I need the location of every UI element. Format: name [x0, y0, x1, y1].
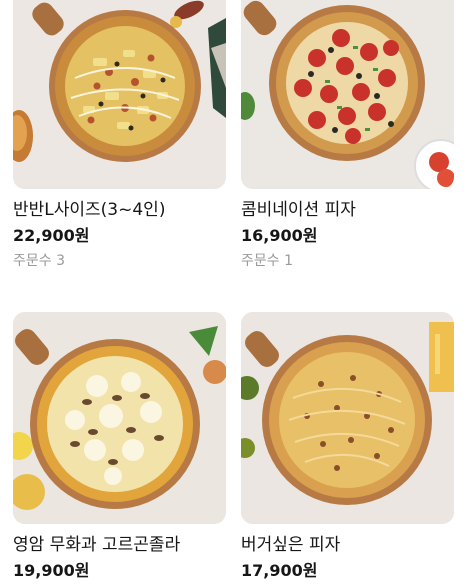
product-card-burger-pizza[interactable]: 버거싶은 피자 17,900원	[241, 312, 454, 587]
product-card-banban[interactable]: 반반L사이즈(3~4인) 22,900원 주문수 3	[13, 0, 226, 270]
product-name[interactable]: 버거싶은 피자	[241, 534, 454, 556]
product-image-banban[interactable]	[13, 0, 226, 189]
product-card-fig-gorgonzola[interactable]: 영암 무화과 고르곤졸라 19,900원	[13, 312, 226, 587]
product-grid: 반반L사이즈(3~4인) 22,900원 주문수 3 콤비네이션 피자 16,9…	[0, 0, 466, 586]
product-image-burger-pizza[interactable]	[241, 312, 454, 524]
product-image-fig-gorgonzola[interactable]	[13, 312, 226, 524]
product-image-combination[interactable]	[241, 0, 454, 189]
order-count: 주문수 1	[241, 253, 293, 269]
product-price: 17,900원	[241, 561, 318, 580]
product-price: 16,900원	[241, 226, 318, 245]
product-name[interactable]: 콤비네이션 피자	[241, 199, 454, 221]
product-price: 19,900원	[13, 561, 90, 580]
product-price: 22,900원	[13, 226, 90, 245]
product-name[interactable]: 영암 무화과 고르곤졸라	[13, 534, 226, 556]
order-count: 주문수 3	[13, 253, 65, 269]
product-name[interactable]: 반반L사이즈(3~4인)	[13, 199, 226, 221]
product-card-combination[interactable]: 콤비네이션 피자 16,900원 주문수 1	[241, 0, 454, 270]
